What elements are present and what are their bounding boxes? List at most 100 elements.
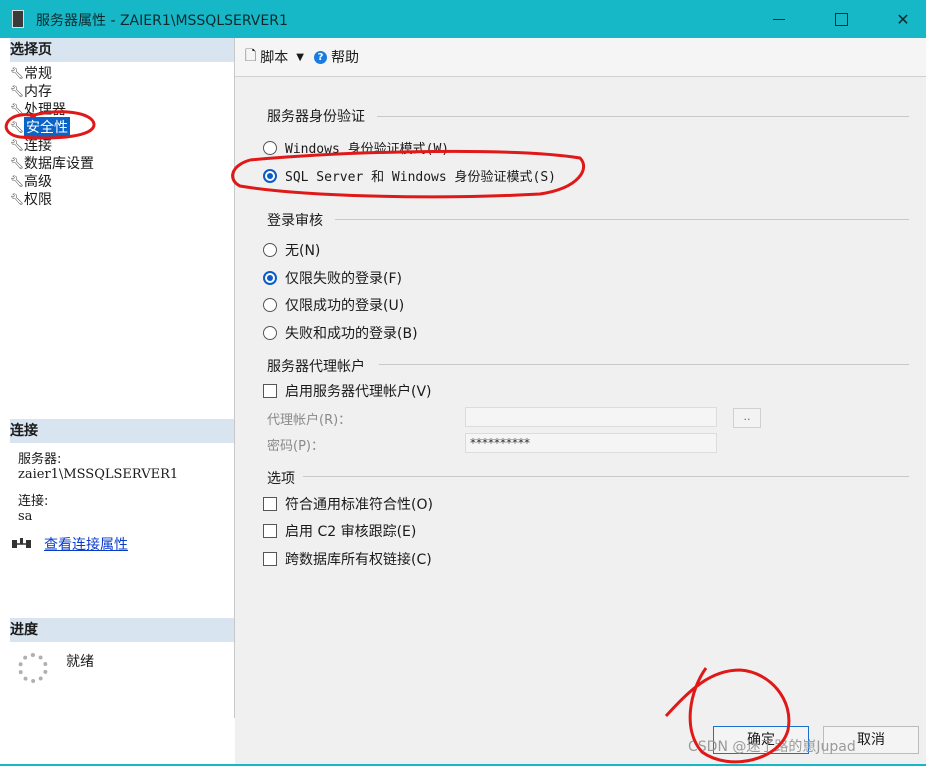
wrench-icon: 🔧︎ — [10, 102, 24, 116]
connection-value: sa — [18, 509, 33, 524]
main-panel: 🗋︎ 脚本 ▼ ? 帮助 服务器身份验证 Windows 身份验证模式(W) S… — [235, 38, 926, 766]
spinner-icon — [18, 653, 48, 683]
proxy-account-label: 代理帐户(R)： — [267, 413, 352, 428]
audit-group-title: 登录审核 — [267, 210, 323, 230]
radio-icon — [263, 140, 277, 155]
audit-failed-label: 仅限失败的登录(F) — [285, 271, 402, 287]
audit-success-radio[interactable]: 仅限成功的登录(U) — [263, 295, 404, 315]
window-title: 服务器属性 - ZAIER1\MSSQLSERVER1 — [36, 13, 288, 29]
audit-both-label: 失败和成功的登录(B) — [285, 326, 418, 342]
auth-group-title: 服务器身份验证 — [267, 106, 365, 126]
options-group-title: 选项 — [267, 468, 295, 488]
cross-db-chaining-label: 跨数据库所有权链接(C) — [285, 552, 432, 568]
enable-proxy-checkbox[interactable]: 启用服务器代理帐户(V) — [263, 381, 432, 401]
app-icon — [12, 10, 24, 28]
wrench-icon: 🔧︎ — [10, 66, 24, 80]
title-bar: 服务器属性 - ZAIER1\MSSQLSERVER1 ✕ — [0, 0, 926, 38]
connection-label: 连接: — [18, 494, 49, 509]
page-item-connections[interactable]: 🔧︎ 连接 — [10, 136, 94, 154]
proxy-title-text: 服务器代理帐户 — [267, 359, 365, 375]
radio-icon — [263, 243, 277, 257]
cross-db-chaining-checkbox[interactable]: 跨数据库所有权链接(C) — [263, 549, 432, 569]
left-panel: 选择页 🔧︎ 常规 🔧︎ 内存 🔧︎ 处理器 🔧︎ 安全性 🔧︎ 连接 🔧︎ 数据库设置 🔧… — [10, 38, 235, 718]
page-item-label: 内存 — [24, 84, 52, 100]
divider — [303, 476, 909, 477]
help-button[interactable]: ? 帮助 — [313, 47, 359, 67]
wrench-icon: 🔧︎ — [10, 156, 24, 170]
help-icon: ? — [313, 50, 327, 64]
audit-none-radio[interactable]: 无(N) — [263, 240, 320, 260]
audit-title-text: 登录审核 — [267, 213, 323, 229]
radio-selected-icon — [263, 271, 277, 285]
audit-none-label: 无(N) — [285, 243, 321, 259]
chevron-down-icon: ▼ — [296, 51, 304, 63]
proxy-group-title: 服务器代理帐户 — [267, 356, 365, 376]
select-page-header: 选择页 — [10, 38, 234, 62]
page-list: 🔧︎ 常规 🔧︎ 内存 🔧︎ 处理器 🔧︎ 安全性 🔧︎ 连接 🔧︎ 数据库设置 🔧︎ 高级 … — [10, 64, 94, 208]
minimize-button[interactable] — [756, 4, 802, 34]
page-item-label: 安全性 — [24, 117, 70, 137]
windows-auth-radio[interactable]: Windows 身份验证模式(W) — [263, 138, 449, 157]
audit-success-label: 仅限成功的登录(U) — [285, 298, 405, 314]
radio-icon — [263, 326, 277, 340]
page-item-label: 权限 — [24, 192, 52, 208]
page-item-label: 处理器 — [24, 102, 66, 118]
page-item-database-settings[interactable]: 🔧︎ 数据库设置 — [10, 154, 94, 172]
page-item-label: 高级 — [24, 174, 52, 190]
checkbox-icon — [263, 524, 277, 538]
wrench-icon: 🔧︎ — [10, 192, 24, 206]
enable-proxy-label: 启用服务器代理帐户(V) — [285, 384, 432, 400]
proxy-account-input[interactable] — [465, 407, 717, 427]
toolbar: 🗋︎ 脚本 ▼ ? 帮助 — [235, 38, 926, 77]
checkbox-icon — [263, 497, 277, 511]
audit-failed-radio[interactable]: 仅限失败的登录(F) — [263, 268, 402, 288]
close-icon: ✕ — [896, 9, 910, 29]
audit-both-radio[interactable]: 失败和成功的登录(B) — [263, 323, 418, 343]
divider — [377, 116, 909, 117]
page-item-processor[interactable]: 🔧︎ 处理器 — [10, 100, 94, 118]
page-item-label: 连接 — [24, 138, 52, 154]
script-label: 脚本 — [260, 50, 289, 66]
radio-selected-icon — [263, 168, 277, 183]
windows-auth-label: Windows 身份验证模式(W) — [285, 142, 450, 157]
view-connection-properties-link[interactable]: 查看连接属性 — [44, 534, 128, 554]
common-criteria-checkbox[interactable]: 符合通用标准符合性(O) — [263, 494, 433, 514]
page-item-label: 数据库设置 — [24, 156, 94, 172]
c2-audit-label: 启用 C2 审核跟踪(E) — [285, 524, 417, 540]
page-item-general[interactable]: 🔧︎ 常规 — [10, 64, 94, 82]
minimize-icon — [773, 18, 785, 20]
checkbox-icon — [263, 552, 277, 566]
maximize-button[interactable] — [818, 4, 864, 34]
progress-status: 就绪 — [66, 654, 94, 670]
c2-audit-checkbox[interactable]: 启用 C2 审核跟踪(E) — [263, 521, 416, 541]
auth-title-text: 服务器身份验证 — [267, 109, 365, 125]
password-input[interactable]: ********** — [465, 433, 717, 453]
radio-icon — [263, 298, 277, 312]
page-item-label: 常规 — [24, 66, 52, 82]
wrench-icon: 🔧︎ — [10, 120, 24, 134]
view-connection-row: 查看连接属性 — [10, 534, 128, 554]
mixed-auth-radio[interactable]: SQL Server 和 Windows 身份验证模式(S) — [263, 166, 556, 185]
password-label: 密码(P)： — [267, 439, 324, 454]
mixed-auth-label: SQL Server 和 Windows 身份验证模式(S) — [285, 170, 557, 185]
divider — [379, 364, 909, 365]
connection-icon — [12, 538, 31, 548]
server-label: 服务器: — [18, 452, 62, 467]
script-icon: 🗋︎ — [245, 48, 257, 64]
help-label: 帮助 — [330, 50, 359, 66]
checkbox-icon — [263, 384, 277, 398]
wrench-icon: 🔧︎ — [10, 174, 24, 188]
connection-info: 服务器: zaier1\MSSQLSERVER1 连接: sa — [18, 452, 178, 524]
connection-header: 连接 — [10, 419, 234, 443]
common-criteria-label: 符合通用标准符合性(O) — [285, 497, 433, 513]
page-item-security[interactable]: 🔧︎ 安全性 — [10, 117, 94, 137]
page-item-memory[interactable]: 🔧︎ 内存 — [10, 82, 94, 100]
options-title-text: 选项 — [267, 471, 295, 487]
wrench-icon: 🔧︎ — [10, 138, 24, 152]
page-item-permissions[interactable]: 🔧︎ 权限 — [10, 190, 94, 208]
browse-button[interactable]: .. — [733, 408, 761, 428]
script-button[interactable]: 🗋︎ 脚本 ▼ — [245, 45, 304, 69]
close-button[interactable]: ✕ — [880, 4, 926, 34]
wrench-icon: 🔧︎ — [10, 84, 24, 98]
page-item-advanced[interactable]: 🔧︎ 高级 — [10, 172, 94, 190]
